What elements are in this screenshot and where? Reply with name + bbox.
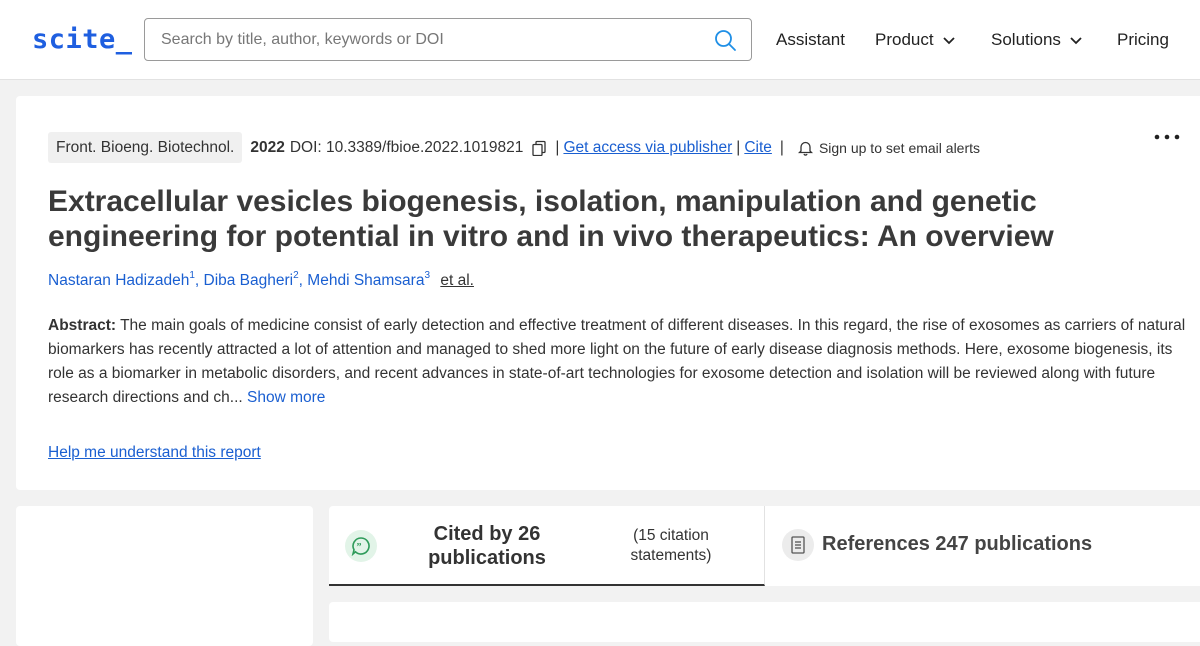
- chevron-down-icon: [942, 37, 955, 45]
- nav-solutions-label: Solutions: [991, 30, 1061, 49]
- bell-icon[interactable]: [797, 140, 813, 156]
- doi-text: DOI: 10.3389/fbioe.2022.1019821: [289, 138, 524, 156]
- copy-icon[interactable]: [531, 140, 547, 156]
- get-access-link[interactable]: Get access via publisher: [563, 139, 732, 157]
- separator: |: [779, 138, 784, 156]
- nav-product-dropdown[interactable]: Product: [875, 30, 956, 50]
- citation-list-panel: [329, 602, 1200, 642]
- email-alerts-link[interactable]: Sign up to set email alerts: [819, 140, 980, 156]
- nav-pricing-label: Pricing: [1117, 30, 1169, 49]
- search-input[interactable]: [161, 19, 701, 60]
- publication-year: 2022: [250, 138, 285, 156]
- article-title: Extracellular vesicles biogenesis, isola…: [48, 185, 1054, 253]
- abstract-text: The main goals of medicine consist of ea…: [48, 317, 1186, 406]
- cite-link[interactable]: Cite: [744, 139, 772, 157]
- citation-statements-count: (15 citation statements): [630, 527, 712, 564]
- nav-pricing[interactable]: Pricing: [1117, 30, 1169, 50]
- author-list: Nastaran Hadizadeh1, Diba Bagheri2, Mehd…: [48, 270, 474, 289]
- top-navigation-bar: scite_ Assistant Product Solutions Prici…: [0, 0, 1200, 80]
- svg-text:”: ”: [357, 542, 362, 553]
- et-al-link[interactable]: et al.: [440, 272, 474, 289]
- nav-assistant[interactable]: Assistant: [776, 30, 845, 50]
- tab-references[interactable]: References 247 publications: [822, 533, 1092, 556]
- scite-logo[interactable]: scite_: [32, 24, 133, 55]
- journal-badge: Front. Bioeng. Biotechnol.: [48, 132, 243, 163]
- references-badge: [782, 529, 814, 561]
- citation-badge: ”: [345, 530, 377, 562]
- chevron-down-icon: [1070, 37, 1082, 45]
- tab-cited-by[interactable]: ” Cited by 26 publications (15 citation …: [329, 506, 765, 586]
- separator: |: [555, 138, 560, 156]
- document-icon: [791, 536, 805, 554]
- nav-product-label: Product: [875, 30, 934, 49]
- separator: |: [736, 138, 741, 156]
- nav-assistant-label: Assistant: [776, 30, 845, 49]
- author-link[interactable]: Mehdi Shamsara3: [307, 270, 430, 289]
- search-icon[interactable]: [713, 28, 737, 52]
- more-options-icon[interactable]: [1154, 134, 1180, 140]
- citation-tabs: ” Cited by 26 publications (15 citation …: [329, 506, 1200, 586]
- abstract-label: Abstract:: [48, 317, 117, 334]
- cited-by-count: Cited by 26 publications: [428, 523, 546, 569]
- article-card: Front. Bioeng. Biotechnol. 2022 DOI: 10.…: [16, 96, 1200, 490]
- search-box[interactable]: [144, 18, 752, 61]
- show-more-link[interactable]: Show more: [247, 389, 325, 406]
- left-sidebar-panel: [16, 506, 313, 646]
- nav-solutions-dropdown[interactable]: Solutions: [991, 30, 1083, 50]
- speech-bubble-icon: ”: [351, 537, 370, 556]
- author-link[interactable]: Diba Bagheri2: [204, 270, 299, 289]
- author-link[interactable]: Nastaran Hadizadeh1: [48, 270, 195, 289]
- abstract: Abstract: The main goals of medicine con…: [48, 314, 1188, 410]
- help-understand-link[interactable]: Help me understand this report: [48, 444, 261, 462]
- article-meta-row: Front. Bioeng. Biotechnol. 2022 DOI: 10.…: [48, 132, 980, 163]
